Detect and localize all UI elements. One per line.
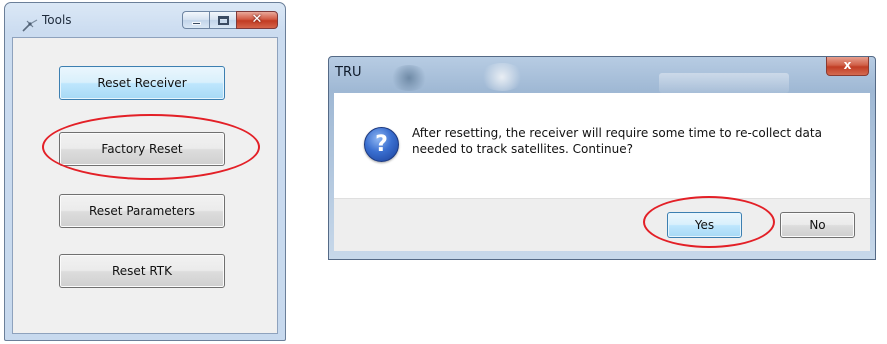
reset-receiver-button[interactable]: Reset Receiver [59,66,225,100]
dialog-message: After resetting, the receiver will requi… [412,126,822,156]
dialog-close-button[interactable]: x [826,57,869,76]
titlebar-background-blur [389,65,429,91]
dialog-button-bar: Yes No [334,198,870,251]
close-icon: x [843,58,852,72]
minimize-button[interactable] [182,11,209,29]
yes-button-highlight [643,196,775,248]
no-button[interactable]: No [780,212,855,238]
titlebar-background-blur [659,73,789,93]
maximize-button[interactable] [209,11,236,29]
titlebar-background-blur [479,63,525,91]
tools-client-area: Reset Receiver Factory Reset Reset Param… [12,37,278,334]
window-title: Tools [42,13,72,27]
maximize-icon [218,16,229,25]
factory-reset-highlight [42,114,260,180]
tru-dialog: TRU x ? After resetting, the receiver wi… [328,56,876,260]
minimize-icon [192,22,201,25]
dialog-titlebar[interactable]: TRU x [329,57,875,93]
reset-rtk-button[interactable]: Reset RTK [59,254,225,288]
close-button[interactable]: ✕ [236,11,278,29]
reset-parameters-button[interactable]: Reset Parameters [59,194,225,228]
satellite-icon [21,17,39,32]
caption-buttons: ✕ [182,11,278,30]
tools-titlebar[interactable]: Tools ✕ [5,3,285,37]
dialog-title: TRU [335,65,362,80]
close-icon: ✕ [251,12,263,27]
dialog-content: ? After resetting, the receiver will req… [334,93,870,198]
question-icon: ? [364,127,399,162]
